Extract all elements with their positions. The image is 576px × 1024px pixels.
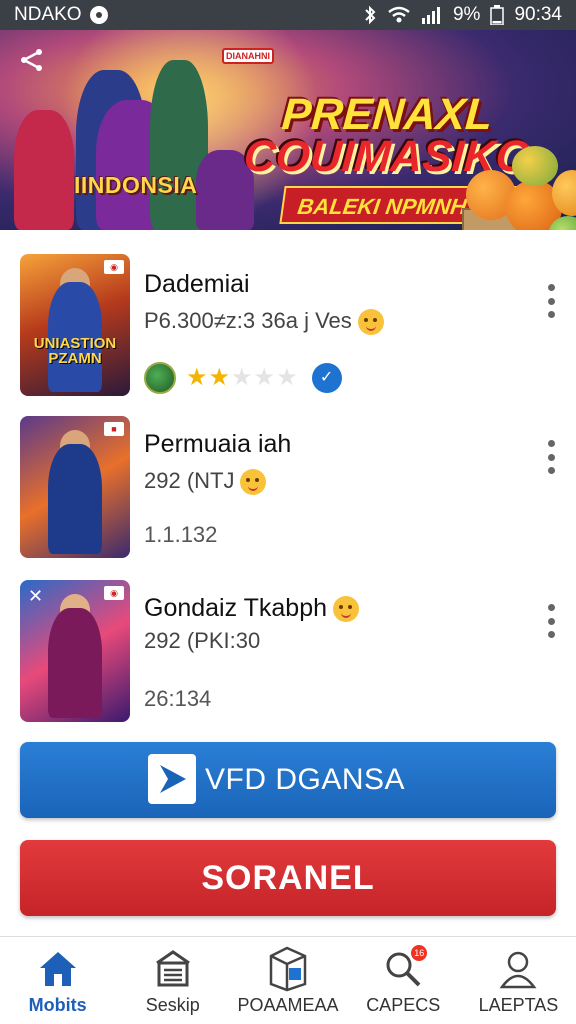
notification-badge: 16 (411, 945, 428, 961)
emoji-icon (240, 469, 267, 496)
primary-button-label: VFD DGANSA (204, 763, 406, 796)
item-title: Dademiai (144, 270, 250, 298)
nav-label: POAAMEAA (237, 995, 339, 1015)
item-title: Permuaia iah (144, 430, 292, 458)
secondary-button-label: SORANEL (201, 858, 375, 897)
nav-item-seskip[interactable]: Seskip (115, 937, 230, 1024)
thumb-badge: ◉ (104, 260, 124, 274)
list-item[interactable]: ✕ ◉ Gondaiz Tkabph 292 (PKI:30 26:134 (0, 580, 576, 730)
signal-icon (421, 7, 440, 24)
secondary-button[interactable]: SORANEL (20, 840, 556, 916)
promo-banner[interactable]: DIANAHNI IINDONSIA PRENAXL COUIMASIKO BA… (0, 30, 576, 230)
bottom-nav: Mobits Seskip POAAMEAA 16 CAPECS LAEPTAS (0, 936, 576, 1024)
thumb-badge: ◉ (104, 586, 124, 600)
banner-player-1 (14, 110, 74, 230)
item-extra: 1.1.132 (144, 522, 218, 547)
more-options-icon[interactable] (544, 604, 558, 638)
item-meta-text: P6.300≠z:3 36a j Ves (144, 308, 352, 333)
list-item[interactable]: ■ Permuaia iah 292 (NTJ 1.1.132 (0, 416, 576, 566)
nav-item-mobits[interactable]: Mobits (0, 937, 115, 1024)
star-icon: ★ (186, 364, 208, 391)
item-title-text: Gondaiz Tkabph (144, 594, 327, 622)
banner-badge: DIANAHNI (222, 48, 274, 64)
play-arrow-icon (148, 754, 196, 804)
nav-item-poaameaa[interactable]: POAAMEAA (230, 937, 345, 1024)
item-meta: P6.300≠z:3 36a j Ves (144, 308, 384, 336)
item-thumbnail[interactable]: ✕ ◉ (20, 580, 130, 722)
rating-row: ★ ★ ★ ★ ★ ✓ (144, 362, 342, 394)
more-options-icon[interactable] (544, 440, 558, 474)
battery-icon (490, 5, 505, 25)
nav-item-laeptas[interactable]: LAEPTAS (461, 937, 576, 1024)
star-icon: ★ (253, 364, 276, 391)
item-extra: 26:134 (144, 686, 212, 711)
nav-label: Mobits (28, 995, 87, 1015)
verified-icon: ✓ (311, 363, 342, 393)
carrier-label: NDAKO (14, 4, 82, 25)
clock: 90:34 (514, 4, 562, 25)
thumb-caption: UNIASTION PZAMN (33, 335, 117, 367)
item-meta-text: 292 (NTJ (144, 468, 235, 493)
share-icon: ✕ (28, 586, 44, 606)
star-icon: ★ (276, 364, 298, 391)
more-options-icon[interactable] (544, 284, 558, 318)
search-icon: 16 (381, 945, 428, 991)
battery-percent: 9% (452, 4, 481, 25)
profile-icon (496, 947, 540, 991)
wifi-icon (388, 6, 410, 23)
emoji-icon (357, 309, 384, 336)
box-icon (266, 946, 310, 992)
banner-country: IINDONSIA (74, 172, 198, 198)
item-thumbnail[interactable]: ■ (20, 416, 130, 558)
share-icon[interactable] (18, 46, 46, 74)
item-meta: 292 (PKI:30 (144, 628, 261, 653)
emoji-icon (333, 596, 359, 623)
home-icon (36, 947, 80, 991)
nav-label: LAEPTAS (478, 995, 559, 1015)
nav-label: CAPECS (366, 995, 441, 1015)
star-icon: ★ (208, 364, 231, 391)
item-title: Gondaiz Tkabph (144, 594, 359, 623)
item-thumbnail[interactable]: ◉ UNIASTION PZAMN (20, 254, 130, 396)
avatar (144, 362, 176, 394)
status-bar: NDAKO 9% 90:34 (0, 0, 576, 30)
thumb-badge: ■ (104, 422, 124, 436)
list-item[interactable]: ◉ UNIASTION PZAMN Dademiai P6.300≠z:3 36… (0, 252, 576, 402)
bluetooth-icon (365, 5, 376, 25)
nav-item-capecs[interactable]: 16 CAPECS (346, 937, 461, 1024)
star-rating: ★ ★ ★ ★ ★ (186, 366, 298, 390)
star-icon: ★ (231, 364, 253, 391)
nav-label: Seskip (145, 995, 200, 1015)
player-figure (48, 608, 102, 718)
notification-icon (89, 6, 108, 24)
player-figure (48, 444, 102, 554)
item-meta: 292 (NTJ (144, 468, 267, 496)
list-icon (151, 947, 195, 991)
mango-fruit (512, 146, 558, 186)
primary-button[interactable]: VFD DGANSA (20, 742, 556, 818)
